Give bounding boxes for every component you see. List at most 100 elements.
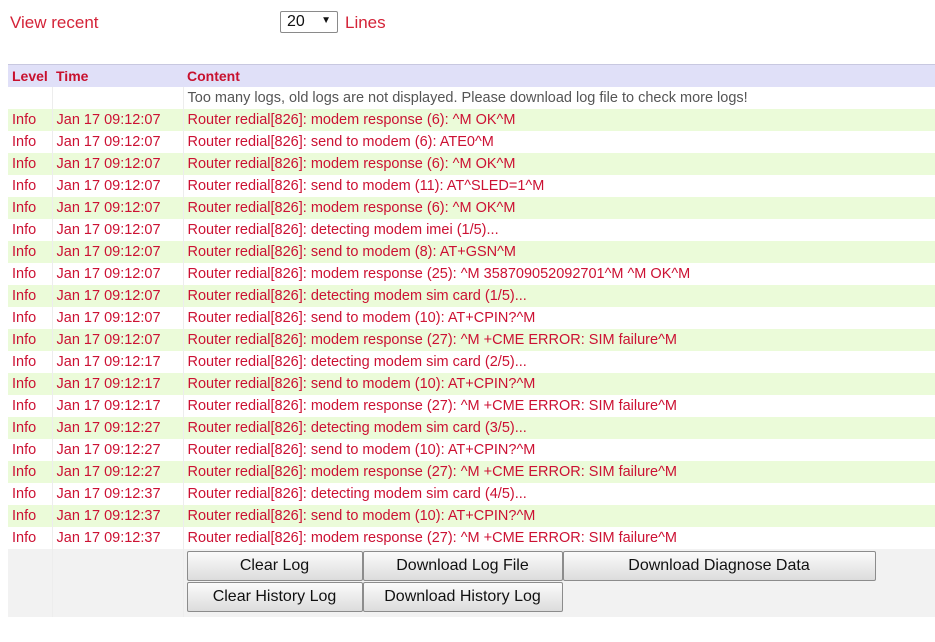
log-level: Info (8, 109, 53, 131)
log-level: Info (8, 439, 53, 461)
log-level: Info (8, 263, 53, 285)
lines-count-value: 20 (287, 13, 305, 30)
log-content: Router redial[826]: send to modem (10): … (183, 439, 935, 461)
download-log-file-button[interactable]: Download Log File (362, 551, 563, 581)
log-time: Jan 17 09:12:07 (52, 241, 184, 263)
log-row: Info Jan 17 09:12:07 Router redial[826]: d… (8, 219, 935, 241)
log-time: Jan 17 09:12:07 (52, 109, 184, 131)
download-history-log-button[interactable]: Download History Log (362, 582, 563, 612)
log-level: Info (8, 329, 53, 351)
log-content: Router redial[826]: modem response (25):… (183, 263, 935, 285)
log-level: Info (8, 417, 53, 439)
log-row: Info Jan 17 09:12:07 Router redial[826]: m… (8, 153, 935, 175)
log-time: Jan 17 09:12:07 (52, 131, 184, 153)
view-recent-label: View recent (10, 13, 99, 32)
clear-log-button[interactable]: Clear Log (186, 551, 363, 581)
log-content: Router redial[826]: send to modem (10): … (183, 505, 935, 527)
log-level: Info (8, 175, 53, 197)
log-row: Info Jan 17 09:12:17 Router redial[826]: s… (8, 373, 935, 395)
column-header-level: Level (8, 64, 52, 87)
log-time: Jan 17 09:12:07 (52, 153, 184, 175)
column-header-content: Content (183, 64, 935, 87)
log-row: Info Jan 17 09:12:17 Router redial[826]: m… (8, 395, 935, 417)
log-actions-row: Clear Log Download Log File Download Dia… (8, 549, 935, 617)
log-content: Router redial[826]: modem response (6): … (183, 197, 935, 219)
clear-history-log-button[interactable]: Clear History Log (186, 582, 363, 612)
log-level: Info (8, 461, 53, 483)
log-time: Jan 17 09:12:17 (52, 373, 184, 395)
log-row: Info Jan 17 09:12:37 Router redial[826]: s… (8, 505, 935, 527)
log-content: Router redial[826]: detecting modem sim … (183, 417, 935, 439)
log-content: Router redial[826]: modem response (27):… (183, 395, 935, 417)
log-row: Info Jan 17 09:12:07 Router redial[826]: s… (8, 307, 935, 329)
log-time: Jan 17 09:12:37 (52, 483, 184, 505)
view-recent-bar: View recent 20 ▼ Lines (10, 11, 910, 35)
log-row: Info Jan 17 09:12:27 Router redial[826]: d… (8, 417, 935, 439)
log-time: Jan 17 09:12:37 (52, 527, 184, 549)
log-level: Info (8, 153, 53, 175)
log-time: Jan 17 09:12:07 (52, 263, 184, 285)
log-level: Info (8, 373, 53, 395)
log-row: Info Jan 17 09:12:07 Router redial[826]: s… (8, 175, 935, 197)
log-actions: Clear Log Download Log File Download Dia… (186, 551, 935, 615)
lines-count-select[interactable]: 20 ▼ (280, 11, 338, 33)
log-content: Router redial[826]: detecting modem sim … (183, 351, 935, 373)
log-level: Info (8, 197, 53, 219)
log-content: Router redial[826]: send to modem (8): A… (183, 241, 935, 263)
log-level: Info (8, 505, 53, 527)
log-row: Info Jan 17 09:12:07 Router redial[826]: s… (8, 241, 935, 263)
log-row: Info Jan 17 09:12:07 Router redial[826]: s… (8, 131, 935, 153)
log-content: Router redial[826]: detecting modem imei… (183, 219, 935, 241)
log-row: Info Jan 17 09:12:17 Router redial[826]: d… (8, 351, 935, 373)
log-time: Jan 17 09:12:07 (52, 175, 184, 197)
log-time: Jan 17 09:12:17 (52, 395, 184, 417)
log-content: Router redial[826]: detecting modem sim … (183, 483, 935, 505)
log-table-header: Level Time Content (8, 64, 935, 87)
log-content: Router redial[826]: detecting modem sim … (183, 285, 935, 307)
log-content: Router redial[826]: send to modem (10): … (183, 373, 935, 395)
log-row: Info Jan 17 09:12:07 Router redial[826]: m… (8, 197, 935, 219)
log-time: Jan 17 09:12:07 (52, 307, 184, 329)
log-time: Jan 17 09:12:27 (52, 461, 184, 483)
log-time: Jan 17 09:12:07 (52, 197, 184, 219)
log-time: Jan 17 09:12:07 (52, 285, 184, 307)
log-row: Info Jan 17 09:12:07 Router redial[826]: m… (8, 329, 935, 351)
log-row: Info Jan 17 09:12:37 Router redial[826]: d… (8, 483, 935, 505)
log-level: Info (8, 285, 53, 307)
log-time: Jan 17 09:12:07 (52, 219, 184, 241)
log-row: Info Jan 17 09:12:07 Router redial[826]: d… (8, 285, 935, 307)
log-row: Info Jan 17 09:12:07 Router redial[826]: m… (8, 263, 935, 285)
log-row: Info Jan 17 09:12:07 Router redial[826]: m… (8, 109, 935, 131)
log-notice-row: Too many logs, old logs are not displaye… (8, 87, 935, 109)
log-level: Info (8, 241, 53, 263)
log-content: Router redial[826]: modem response (27):… (183, 329, 935, 351)
lines-label: Lines (345, 13, 386, 32)
log-time: Jan 17 09:12:27 (52, 439, 184, 461)
log-content: Router redial[826]: modem response (6): … (183, 109, 935, 131)
log-time: Jan 17 09:12:17 (52, 351, 184, 373)
log-row: Info Jan 17 09:12:37 Router redial[826]: m… (8, 527, 935, 549)
log-content: Router redial[826]: send to modem (11): … (183, 175, 935, 197)
log-time: Jan 17 09:12:37 (52, 505, 184, 527)
log-content: Router redial[826]: modem response (27):… (183, 461, 935, 483)
chevron-down-icon: ▼ (321, 15, 331, 26)
log-content: Router redial[826]: modem response (27):… (183, 527, 935, 549)
column-header-time: Time (52, 64, 183, 87)
log-level: Info (8, 351, 53, 373)
log-content: Router redial[826]: modem response (6): … (183, 153, 935, 175)
log-level: Info (8, 527, 53, 549)
log-level: Info (8, 219, 53, 241)
log-level: Info (8, 395, 53, 417)
download-diagnose-data-button[interactable]: Download Diagnose Data (562, 551, 876, 581)
log-level: Info (8, 131, 53, 153)
log-content: Router redial[826]: send to modem (6): A… (183, 131, 935, 153)
log-notice-text: Too many logs, old logs are not displaye… (183, 87, 935, 109)
log-level: Info (8, 307, 53, 329)
log-level: Info (8, 483, 53, 505)
log-time: Jan 17 09:12:07 (52, 329, 184, 351)
log-time: Jan 17 09:12:27 (52, 417, 184, 439)
log-row: Info Jan 17 09:12:27 Router redial[826]: s… (8, 439, 935, 461)
log-content: Router redial[826]: send to modem (10): … (183, 307, 935, 329)
log-table: Level Time Content Too many logs, old lo… (8, 64, 935, 617)
log-row: Info Jan 17 09:12:27 Router redial[826]: m… (8, 461, 935, 483)
